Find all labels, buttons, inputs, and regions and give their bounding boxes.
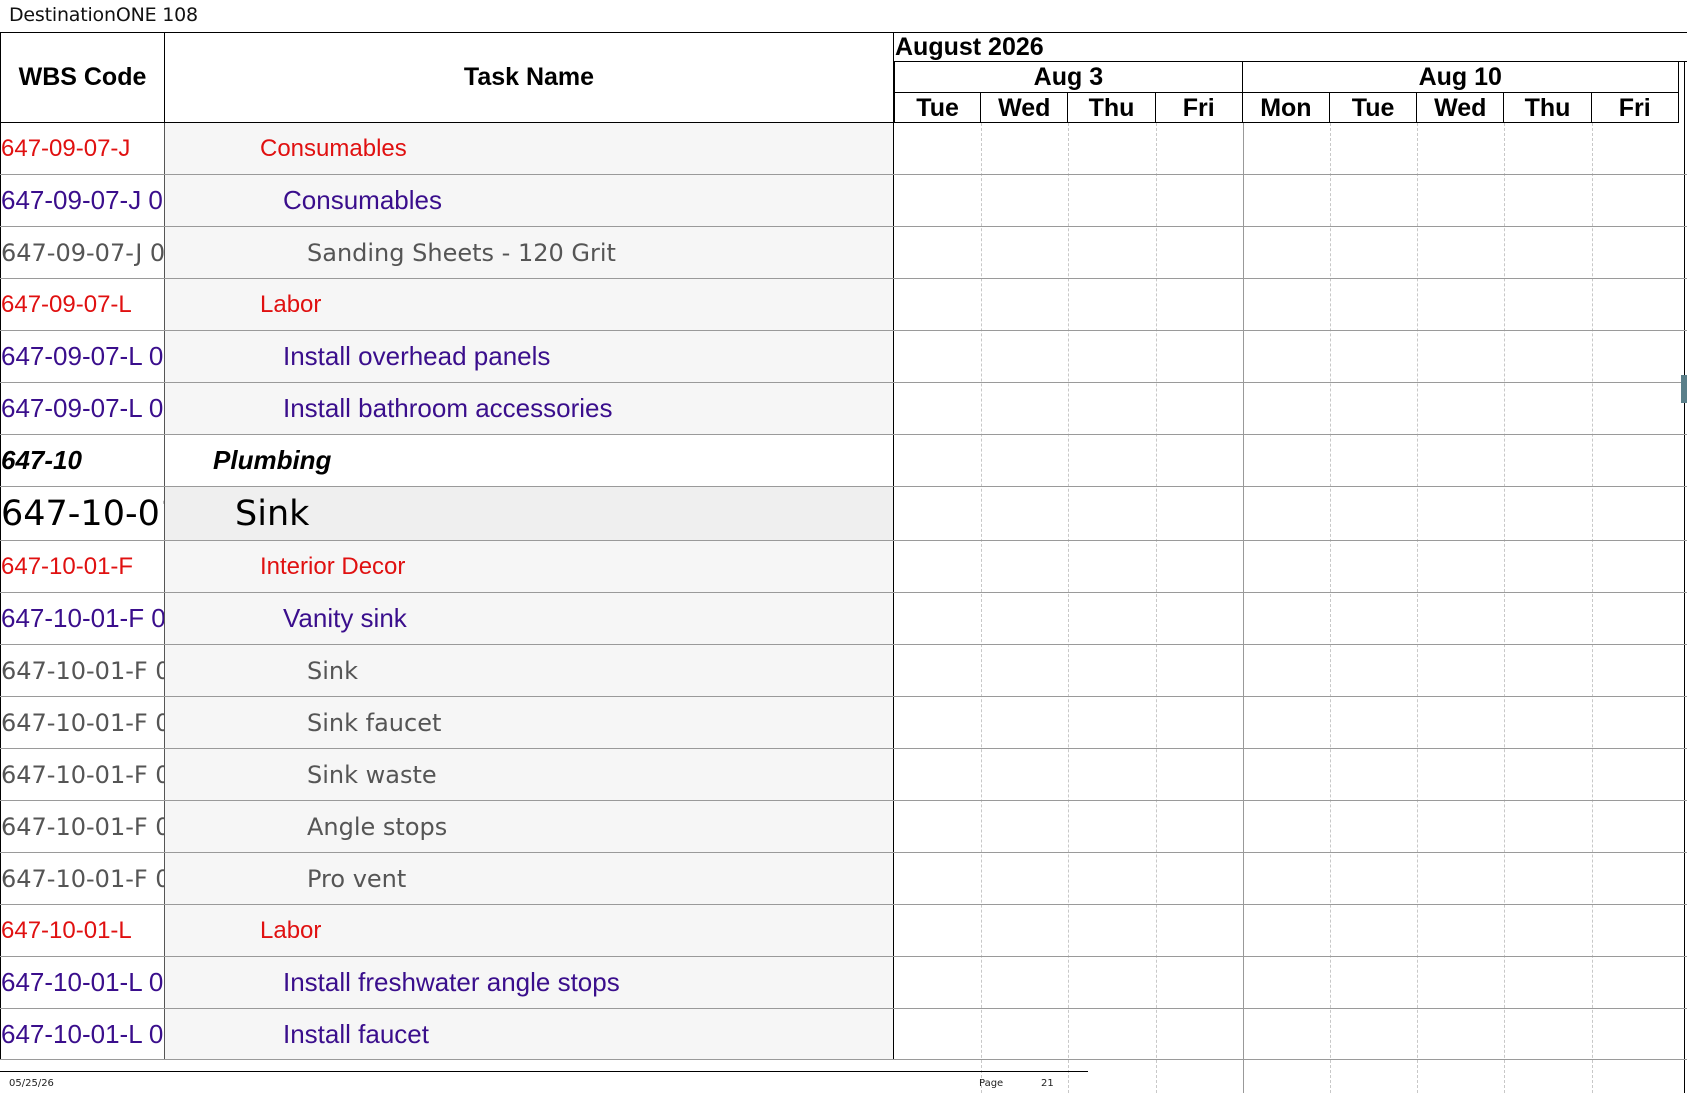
week-header: Aug 3 [894, 62, 1243, 93]
task-row[interactable]: 647-10-01 Sink [0, 487, 1687, 541]
wbs-code-cell[interactable]: 647-10-01-F 01 [0, 853, 165, 904]
task-name-cell[interactable]: Angle stops [165, 801, 894, 852]
footer-page-number: 21 [1041, 1078, 1054, 1089]
task-row[interactable]: 647-09-07-J 01 Sanding Sheets - 120 Grit [0, 227, 1687, 279]
task-row[interactable]: 647-10-01-F Interior Decor [0, 541, 1687, 593]
task-name-cell[interactable]: Vanity sink [165, 593, 894, 644]
task-name-cell[interactable]: Sink waste [165, 749, 894, 800]
wbs-code-cell[interactable]: 647-10-01-F 01 [0, 749, 165, 800]
day-header: Fri [1591, 93, 1679, 123]
wbs-code-cell[interactable]: 647-09-07-J 0 [0, 175, 165, 226]
footer-divider [0, 1071, 1088, 1072]
wbs-code-cell[interactable]: 647-09-07-J 01 [0, 227, 165, 278]
task-name-cell[interactable]: Interior Decor [165, 541, 894, 592]
wbs-code-cell[interactable]: 647-10-01-L 0 [0, 957, 165, 1008]
task-row[interactable]: 647-10-01-F 01Sink waste [0, 749, 1687, 801]
wbs-code-cell[interactable]: 647-09-07-L 0 [0, 383, 165, 434]
day-header: Thu [1504, 93, 1592, 123]
task-row[interactable]: 647-10-01-F 0 Vanity sink [0, 593, 1687, 645]
wbs-code-cell[interactable]: 647-10-01-F 0 [0, 593, 165, 644]
task-name-cell[interactable]: Labor [165, 279, 894, 330]
week-header: Aug 10 [1242, 62, 1679, 93]
task-row[interactable]: 647-10-01-F 01Pro vent [0, 853, 1687, 905]
footer-date: 05/25/26 [9, 1078, 54, 1089]
wbs-code-cell[interactable]: 647-10-01-F 01 [0, 697, 165, 748]
task-name-cell[interactable]: Install freshwater angle stops [165, 957, 894, 1008]
task-row[interactable]: 647-09-07-L 0 Install overhead panels [0, 331, 1687, 383]
day-header: Fri [1155, 93, 1243, 123]
task-row[interactable]: 647-10 Plumbing [0, 435, 1687, 487]
wbs-code-cell[interactable]: 647-10-01 [0, 487, 165, 540]
day-header: Tue [894, 93, 982, 123]
wbs-code-cell[interactable]: 647-10 [0, 435, 165, 486]
task-name-cell[interactable]: Install overhead panels [165, 331, 894, 382]
task-row[interactable]: 647-09-07-L 0 Install bathroom accessorie… [0, 383, 1687, 435]
task-name-cell[interactable]: Install bathroom accessories [165, 383, 894, 434]
wbs-code-cell[interactable]: 647-10-01-F [0, 541, 165, 592]
task-row[interactable]: 647-10-01-F 01Sink [0, 645, 1687, 697]
task-row[interactable]: 647-09-07-J 0 Consumables [0, 175, 1687, 227]
task-name-cell[interactable]: Pro vent [165, 853, 894, 904]
wbs-code-cell[interactable]: 647-09-07-L [0, 279, 165, 330]
wbs-code-cell[interactable]: 647-09-07-L 0 [0, 331, 165, 382]
month-header: August 2026 [894, 32, 1687, 62]
footer-page-label: Page [979, 1078, 1004, 1089]
gantt-sheet: WBS Code Task Name August 2026 Aug 3 Aug … [0, 32, 1687, 1093]
task-name-cell[interactable]: Sink faucet [165, 697, 894, 748]
task-row[interactable]: 647-10-01-L 0 Install faucet [0, 1009, 1687, 1060]
wbs-code-cell[interactable]: 647-09-07-J [0, 123, 165, 174]
wbs-code-cell[interactable]: 647-10-01-F 01 [0, 801, 165, 852]
task-row[interactable]: 647-10-01-F 01Angle stops [0, 801, 1687, 853]
day-header: Thu [1068, 93, 1156, 123]
task-name-cell[interactable]: Consumables [165, 175, 894, 226]
task-row[interactable]: 647-10-01-L 0 Install freshwater angle st… [0, 957, 1687, 1009]
task-row[interactable]: 647-09-07-J Consumables [0, 123, 1687, 175]
day-header: Mon [1242, 93, 1330, 123]
day-header: Wed [981, 93, 1069, 123]
document-title: DestinationONE 108 [9, 4, 198, 26]
task-name-cell[interactable]: Install faucet [165, 1009, 894, 1059]
task-name-cell[interactable]: Sanding Sheets - 120 Grit [165, 227, 894, 278]
task-row[interactable]: 647-10-01-L Labor [0, 905, 1687, 957]
wbs-column-header[interactable]: WBS Code [0, 32, 165, 123]
task-column-header[interactable]: Task Name [165, 32, 894, 123]
wbs-code-cell[interactable]: 647-10-01-F 01 [0, 645, 165, 696]
task-name-cell[interactable]: Sink [165, 645, 894, 696]
task-row[interactable]: 647-10-01-F 01Sink faucet [0, 697, 1687, 749]
day-header: Tue [1330, 93, 1418, 123]
wbs-code-cell[interactable]: 647-10-01-L 0 [0, 1009, 165, 1059]
task-name-cell[interactable]: Plumbing [165, 435, 894, 486]
task-name-cell[interactable]: Labor [165, 905, 894, 956]
wbs-code-cell[interactable]: 647-10-01-L [0, 905, 165, 956]
task-name-cell[interactable]: Consumables [165, 123, 894, 174]
task-name-cell[interactable]: Sink [165, 487, 894, 540]
scroll-marker[interactable] [1681, 375, 1687, 403]
task-row[interactable]: 647-09-07-L Labor [0, 279, 1687, 331]
day-header: Wed [1417, 93, 1505, 123]
